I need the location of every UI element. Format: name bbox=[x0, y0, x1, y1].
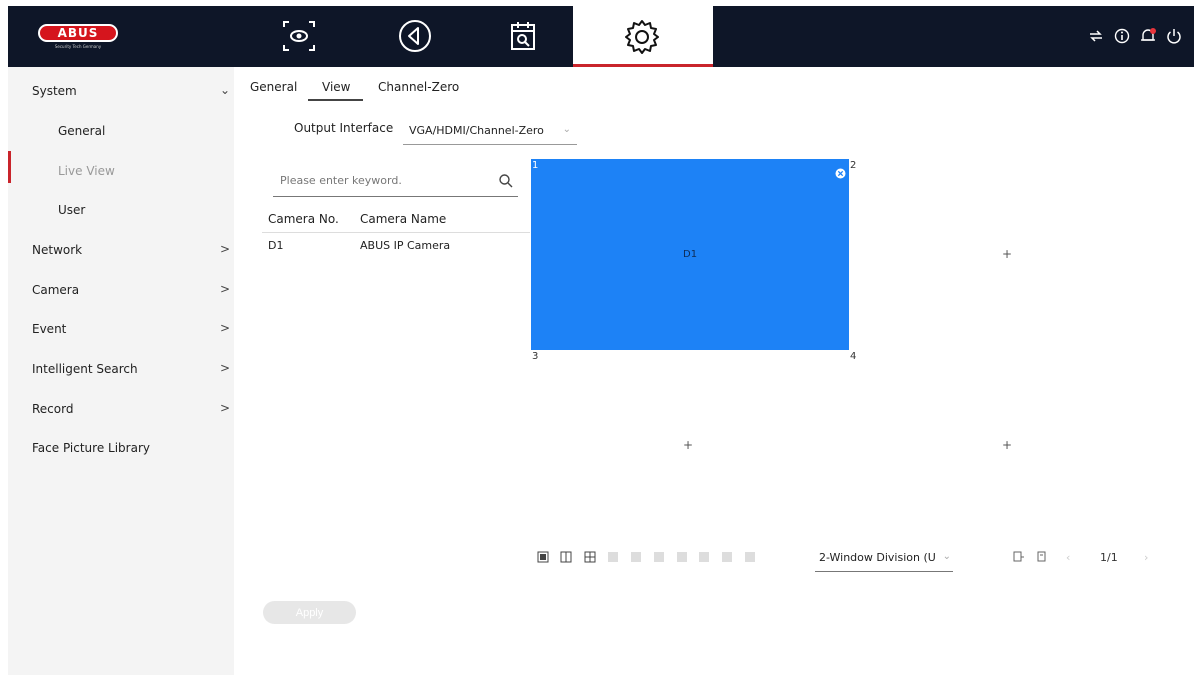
layout-32-icon[interactable] bbox=[744, 551, 756, 563]
settings-tab[interactable] bbox=[573, 6, 713, 67]
sidebar-item-record[interactable]: Record > bbox=[8, 390, 234, 428]
settings-gear-icon bbox=[621, 16, 663, 62]
add-camera-icon: + bbox=[1002, 438, 1013, 452]
sidebar-item-label: Face Picture Library bbox=[32, 441, 150, 455]
layout-6-icon[interactable] bbox=[607, 551, 619, 563]
sidebar-item-label: Network bbox=[32, 243, 83, 257]
sidebar-item-label: Live View bbox=[58, 164, 115, 178]
window-number: 3 bbox=[532, 351, 539, 362]
add-camera-icon: + bbox=[683, 438, 694, 452]
layout-8-icon[interactable] bbox=[630, 551, 642, 563]
view-window-3[interactable]: 3 + bbox=[531, 350, 849, 542]
logo-text: ABUS bbox=[38, 24, 118, 42]
sidebar-item-label: Intelligent Search bbox=[32, 362, 138, 376]
window-division-value: 2-Window Division (U bbox=[819, 551, 936, 564]
page-indicator: 1/1 bbox=[1100, 551, 1118, 564]
search-calendar-icon[interactable] bbox=[499, 12, 547, 60]
output-interface-select[interactable]: VGA/HDMI/Channel-Zero ⌄ bbox=[403, 118, 577, 145]
layout-2-icon[interactable] bbox=[560, 551, 572, 563]
column-header-camera-no: Camera No. bbox=[268, 212, 339, 226]
sidebar-item-network[interactable]: Network > bbox=[8, 231, 234, 269]
output-interface-value: VGA/HDMI/Channel-Zero bbox=[409, 124, 544, 137]
view-window-4[interactable]: 4 + bbox=[849, 350, 1168, 542]
view-window-2[interactable]: 2 + bbox=[849, 159, 1168, 350]
sidebar-item-label: User bbox=[58, 203, 86, 217]
chevron-right-icon: > bbox=[219, 401, 230, 415]
sidebar-item-label: System bbox=[32, 84, 77, 98]
previous-page-icon[interactable]: ‹ bbox=[1066, 551, 1070, 564]
window-number: 4 bbox=[850, 351, 857, 362]
layout-25-icon[interactable] bbox=[721, 551, 733, 563]
chevron-right-icon: > bbox=[219, 242, 230, 256]
network-icon[interactable] bbox=[1086, 26, 1106, 46]
column-header-camera-name: Camera Name bbox=[360, 212, 447, 226]
live-view-icon[interactable] bbox=[275, 12, 323, 60]
info-icon[interactable] bbox=[1112, 26, 1132, 46]
sidebar-item-camera[interactable]: Camera > bbox=[8, 271, 234, 309]
camera-name-cell: ABUS IP Camera bbox=[360, 239, 451, 252]
window-number: 2 bbox=[850, 160, 857, 171]
chevron-right-icon: > bbox=[219, 321, 230, 335]
camera-no-cell: D1 bbox=[268, 239, 284, 252]
clear-layout-icon[interactable] bbox=[1036, 551, 1048, 563]
logo-tagline: Security Tech Germany bbox=[54, 44, 102, 49]
chevron-down-icon: ⌄ bbox=[942, 551, 951, 562]
sidebar-item-label: Event bbox=[32, 322, 67, 336]
close-window-icon[interactable] bbox=[835, 164, 846, 183]
power-icon[interactable] bbox=[1164, 26, 1184, 46]
view-window-1[interactable]: 1 D1 bbox=[531, 159, 849, 350]
sidebar-item-label: Camera bbox=[32, 283, 80, 297]
table-header-divider bbox=[262, 232, 530, 233]
window-division-grid: 1 D1 2 + 3 + 4 + bbox=[531, 159, 1168, 542]
search-input[interactable] bbox=[278, 173, 482, 188]
layout-4-icon[interactable] bbox=[584, 551, 596, 563]
sidebar: System ⌄ General Live View User Network … bbox=[8, 67, 234, 675]
copy-layout-icon[interactable] bbox=[1012, 551, 1024, 563]
sidebar-item-general[interactable]: General bbox=[8, 112, 234, 150]
top-navigation-bar: ABUS Security Tech Germany bbox=[8, 6, 1194, 67]
tab-general[interactable]: General bbox=[250, 80, 297, 94]
layout-10-icon[interactable] bbox=[676, 551, 688, 563]
window-number: 1 bbox=[532, 160, 539, 171]
layout-9-icon[interactable] bbox=[653, 551, 665, 563]
sidebar-item-label: General bbox=[58, 124, 106, 138]
playback-icon[interactable] bbox=[391, 12, 439, 60]
sidebar-item-system[interactable]: System ⌄ bbox=[8, 72, 234, 110]
sidebar-item-event[interactable]: Event > bbox=[8, 310, 234, 348]
tab-channel-zero[interactable]: Channel-Zero bbox=[378, 80, 459, 94]
sidebar-item-face-picture-library[interactable]: Face Picture Library bbox=[8, 429, 234, 467]
layout-16-icon[interactable] bbox=[698, 551, 710, 563]
layout-1-icon[interactable] bbox=[537, 551, 549, 563]
sidebar-item-label: Record bbox=[32, 402, 74, 416]
search-icon[interactable] bbox=[498, 173, 514, 193]
next-page-icon[interactable]: › bbox=[1144, 551, 1148, 564]
chevron-right-icon: > bbox=[219, 282, 230, 296]
chevron-right-icon: > bbox=[219, 361, 230, 375]
apply-button[interactable]: Apply bbox=[263, 601, 356, 624]
sidebar-item-intelligent-search[interactable]: Intelligent Search > bbox=[8, 350, 234, 388]
tab-view[interactable]: View bbox=[322, 80, 350, 94]
active-tab-underline bbox=[308, 99, 363, 101]
chevron-down-icon: ⌄ bbox=[562, 124, 571, 135]
sidebar-item-live-view[interactable]: Live View bbox=[8, 152, 234, 190]
abus-logo: ABUS Security Tech Germany bbox=[38, 24, 118, 52]
output-interface-label: Output Interface bbox=[294, 121, 394, 135]
alarm-bell-icon[interactable] bbox=[1138, 26, 1158, 46]
window-division-select[interactable]: 2-Window Division (U ⌄ bbox=[815, 547, 953, 572]
add-camera-icon: + bbox=[1002, 247, 1013, 261]
sidebar-item-user[interactable]: User bbox=[8, 191, 234, 229]
camera-search bbox=[273, 169, 518, 197]
window-camera-label: D1 bbox=[683, 249, 698, 260]
chevron-down-icon: ⌄ bbox=[219, 83, 230, 97]
